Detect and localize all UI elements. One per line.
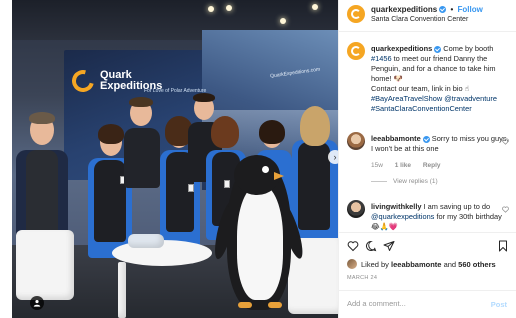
comment-text: livingwithkelly I am saving up to do @qu… — [371, 202, 502, 231]
ceiling-light — [280, 18, 286, 24]
comment-likes[interactable]: 1 like — [395, 162, 411, 169]
replies-divider-line — [371, 180, 387, 182]
caption-avatar[interactable] — [347, 42, 365, 60]
comment-username[interactable]: livingwithkelly — [371, 202, 422, 211]
heart-icon[interactable] — [347, 240, 359, 252]
hashtag-bayareatravelshow[interactable]: #BayAreaTravelShow — [371, 94, 442, 103]
likes-count[interactable]: 560 others — [458, 260, 496, 269]
penguin-foot — [238, 302, 252, 308]
verified-icon — [434, 45, 442, 53]
liked-by: Liked by leeabbamonte and 560 others — [347, 259, 496, 269]
bookmark-icon[interactable] — [497, 240, 509, 252]
instagram-post: Quark Expeditions For Love of Polar Adve… — [0, 0, 516, 318]
location-link[interactable]: Santa Clara Convention Center — [371, 16, 468, 23]
post-photo[interactable]: Quark Expeditions For Love of Polar Adve… — [12, 0, 338, 318]
ceiling-light — [208, 6, 214, 12]
comment-like-heart-icon[interactable] — [502, 206, 509, 213]
user-tag-icon — [33, 299, 41, 307]
penguin-beak — [274, 172, 284, 180]
comment-input[interactable] — [347, 299, 477, 308]
penguin-foot — [268, 302, 282, 308]
quark-avatar-mark — [351, 46, 361, 56]
carousel-next-button[interactable]: › — [328, 150, 338, 164]
table-leg — [118, 262, 126, 318]
follow-button[interactable]: Follow — [458, 5, 483, 14]
caption-username[interactable]: quarkexpeditions — [371, 44, 432, 53]
comment-time: 15w — [371, 162, 383, 169]
white-chair-left — [16, 230, 74, 300]
booth-hashtag[interactable]: #1456 — [371, 54, 392, 63]
liker-avatar[interactable] — [347, 259, 357, 269]
ceiling-light — [312, 4, 318, 10]
reply-button[interactable]: Reply — [423, 162, 441, 169]
comment-text: leeabbamonte Sorry to miss you guys, I w… — [371, 134, 509, 153]
account-name-link[interactable]: quarkexpeditions — [371, 5, 437, 14]
hand-emoji: ☝ — [464, 84, 470, 93]
header-account-row: quarkexpeditions • Follow — [371, 5, 483, 14]
caption-text: quarkexpeditions Come by booth #1456 to … — [371, 44, 497, 113]
post-comment-button[interactable]: Post — [491, 300, 507, 309]
mention-travadventure[interactable]: @travadventure — [444, 94, 497, 103]
post-side-panel: quarkexpeditions • Follow Santa Clara Co… — [338, 0, 516, 318]
post-actions-bar — [339, 232, 516, 258]
quark-avatar-mark — [351, 9, 361, 19]
comment-username[interactable]: leeabbamonte — [371, 134, 421, 143]
comment-meta: 15w 1 like Reply — [371, 162, 451, 169]
comment-icon[interactable] — [365, 240, 377, 252]
user-tag-button[interactable] — [30, 296, 44, 310]
comment-emojis: 😂🙏💗 — [371, 222, 399, 231]
comment-like-heart-icon[interactable] — [502, 138, 509, 145]
dog-emoji: 🐶 — [393, 74, 403, 83]
quark-logo-mark — [67, 65, 99, 97]
hashtag-santaclara[interactable]: #SantaClaraConventionCenter — [371, 104, 472, 113]
post-date[interactable]: MARCH 24 — [347, 275, 377, 281]
separator-dot: • — [450, 5, 454, 14]
share-icon[interactable] — [383, 240, 395, 252]
account-avatar[interactable] — [347, 5, 365, 23]
penguin-eye — [262, 166, 269, 173]
mention-quarkexpeditions[interactable]: @quarkexpeditions — [371, 212, 434, 221]
commenter-avatar[interactable] — [347, 132, 365, 150]
ceiling-light — [226, 5, 232, 11]
brochures — [128, 234, 164, 248]
commenter-avatar[interactable] — [347, 200, 365, 218]
post-header: quarkexpeditions • Follow Santa Clara Co… — [339, 0, 516, 32]
chevron-right-icon: › — [333, 151, 337, 162]
view-replies-button[interactable]: View replies (1) — [371, 178, 438, 185]
verified-icon — [422, 135, 430, 143]
liked-by-user[interactable]: leeabbamonte — [391, 260, 441, 269]
comments-list[interactable]: quarkexpeditions Come by booth #1456 to … — [339, 32, 516, 232]
verified-icon — [439, 6, 447, 14]
penguin-belly — [237, 185, 283, 300]
add-comment-bar: Post — [339, 290, 516, 318]
